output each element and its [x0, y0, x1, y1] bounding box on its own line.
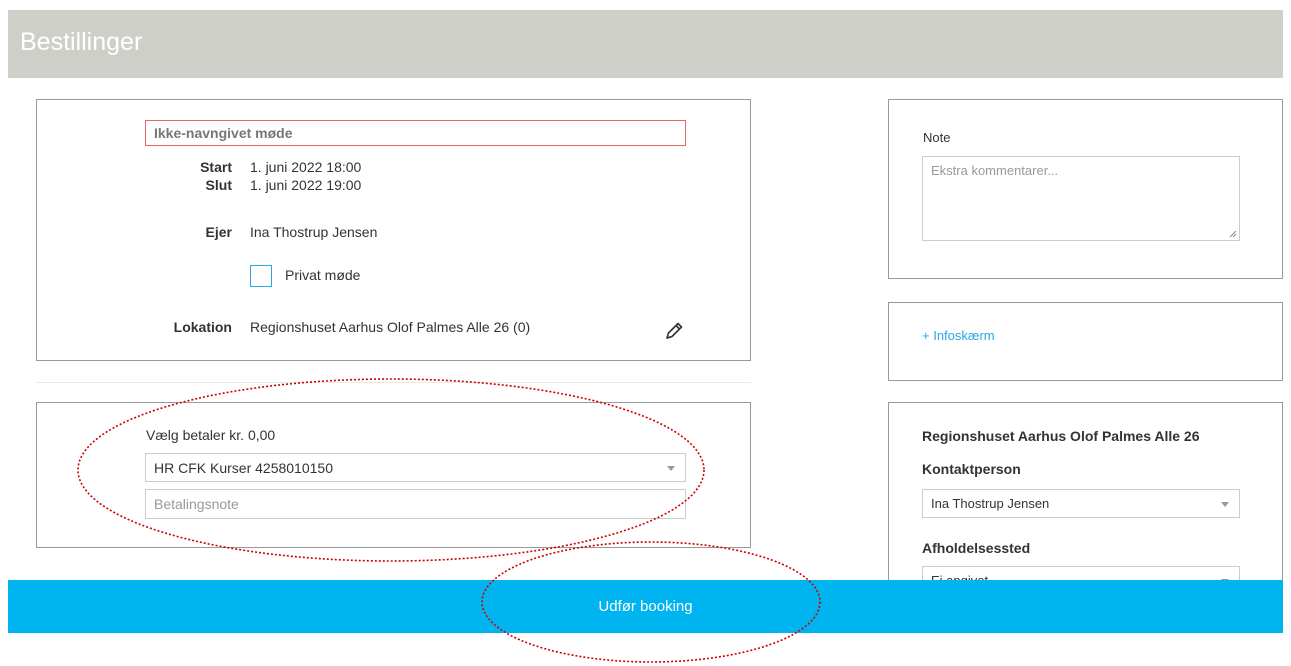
- end-label: Slut: [205, 177, 232, 193]
- contact-person-value: Ina Thostrup Jensen: [931, 496, 1050, 511]
- venue-label: Afholdelsessted: [922, 540, 1031, 556]
- contact-person-select[interactable]: Ina Thostrup Jensen: [922, 489, 1240, 518]
- payment-note-placeholder: Betalingsnote: [154, 496, 239, 512]
- chevron-down-icon: [1221, 502, 1229, 507]
- section-divider: [36, 382, 751, 383]
- contact-person-label: Kontaktperson: [922, 461, 1021, 477]
- page-title: Bestillinger: [20, 28, 143, 56]
- book-button-label: Udfør booking: [598, 598, 693, 615]
- start-label: Start: [200, 159, 232, 175]
- chevron-down-icon: [667, 466, 675, 471]
- add-infoscreen-link[interactable]: + Infoskærm: [922, 328, 995, 343]
- note-textarea[interactable]: Ekstra kommentarer...: [922, 156, 1240, 241]
- location-panel-title: Regionshuset Aarhus Olof Palmes Alle 26: [922, 428, 1200, 444]
- end-value: 1. juni 2022 19:00: [250, 177, 362, 193]
- location-label: Lokation: [173, 319, 232, 335]
- owner-label: Ejer: [205, 224, 232, 240]
- payer-label: Vælg betaler kr. 0,00: [146, 427, 276, 443]
- payment-note-input[interactable]: Betalingsnote: [145, 489, 686, 519]
- resize-grip-icon[interactable]: [1229, 230, 1237, 238]
- private-meeting-checkbox[interactable]: [250, 265, 272, 287]
- meeting-title-input[interactable]: Ikke-navngivet møde: [145, 120, 686, 146]
- payer-select-value: HR CFK Kurser 4258010150: [154, 460, 333, 476]
- edit-location-pencil-icon[interactable]: [664, 321, 684, 341]
- location-value: Regionshuset Aarhus Olof Palmes Alle 26 …: [250, 319, 531, 335]
- private-meeting-label: Privat møde: [285, 267, 361, 283]
- payer-select[interactable]: HR CFK Kurser 4258010150: [145, 453, 686, 482]
- start-value: 1. juni 2022 18:00: [250, 159, 362, 175]
- note-label: Note: [923, 130, 951, 145]
- note-placeholder: Ekstra kommentarer...: [931, 163, 1059, 178]
- page-header: Bestillinger: [8, 10, 1283, 78]
- owner-value: Ina Thostrup Jensen: [250, 224, 378, 240]
- book-button[interactable]: Udfør booking: [8, 580, 1283, 633]
